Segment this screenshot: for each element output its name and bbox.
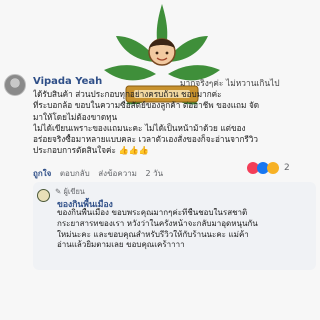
comment-line: ประกอบการตัดสินใจค่ะ 👍👍👍 [33, 145, 150, 156]
review-comment: Vipada Yeah มากจริงๆค่ะ ไม่หวานเกินไป ได… [0, 60, 320, 190]
reply-body: ของกินพื้นเมือง ขอบพระคุณมากๆค่ะที่ชื่นช… [57, 208, 313, 251]
comment-line: อร่อยจริงซื้อมาหลายแบบคละ เวลาตัวเองสั่ง… [33, 134, 259, 145]
send-message-link[interactable]: ส่งข้อความ [98, 169, 137, 178]
comment-actions: ถูกใจ ตอบกลับ ส่งข้อความ 2 วัน [33, 167, 169, 180]
avatar[interactable] [4, 74, 26, 96]
haha-reaction-icon [267, 162, 279, 174]
reply-line: ใหม่นะคะ และขอบคุณสำหรับรีวิวให้กับร้านน… [57, 229, 249, 239]
comment-line: ที่ระบอกล้อ ขอบในความซื่อสัตย์ของลูกค้า … [33, 100, 260, 111]
comment-line: ได้รับสินค้า ส่วนประกอบทุกอย่างครบถ้วน ช… [33, 89, 222, 99]
comment-text-tail: มากจริงๆค่ะ ไม่หวานเกินไป [180, 78, 280, 88]
reaction-count: 2 [284, 163, 290, 173]
reply-avatar[interactable] [37, 189, 50, 202]
reply-line: ของกินพื้นเมือง ขอบพระคุณมากๆค่ะที่ชื่นช… [57, 208, 248, 217]
reply-line: กระยาสารทของเรา หวังว่าในครั้งหน้าจะกลับ… [57, 218, 258, 228]
comment-body: ได้รับสินค้า ส่วนประกอบทุกอย่างครบถ้วน ช… [33, 89, 317, 157]
react-link[interactable]: ถูกใจ [33, 169, 51, 178]
comment-line: ไม่ได้เขียนเพราะของแถมนะคะ ไม่ได้เป็นหน้… [33, 122, 246, 133]
reaction-summary[interactable]: 2 [247, 162, 290, 174]
author-badge-label: ผู้เขียน [63, 187, 85, 196]
reply-line: อ่านแล้วยิ้มตามเลย ขอบคุณเคร้าาาา [57, 240, 185, 250]
comment-author[interactable]: Vipada Yeah [33, 76, 102, 87]
timestamp: 2 วัน [145, 169, 164, 178]
reply-link[interactable]: ตอบกลับ [60, 169, 90, 178]
seller-reply: ✎ ผู้เขียน ของกินพื้นเมือง ของกินพื้นเมื… [33, 182, 316, 270]
comment-line: มาให้โดยไม่ต้องขาดทุน [33, 111, 118, 122]
